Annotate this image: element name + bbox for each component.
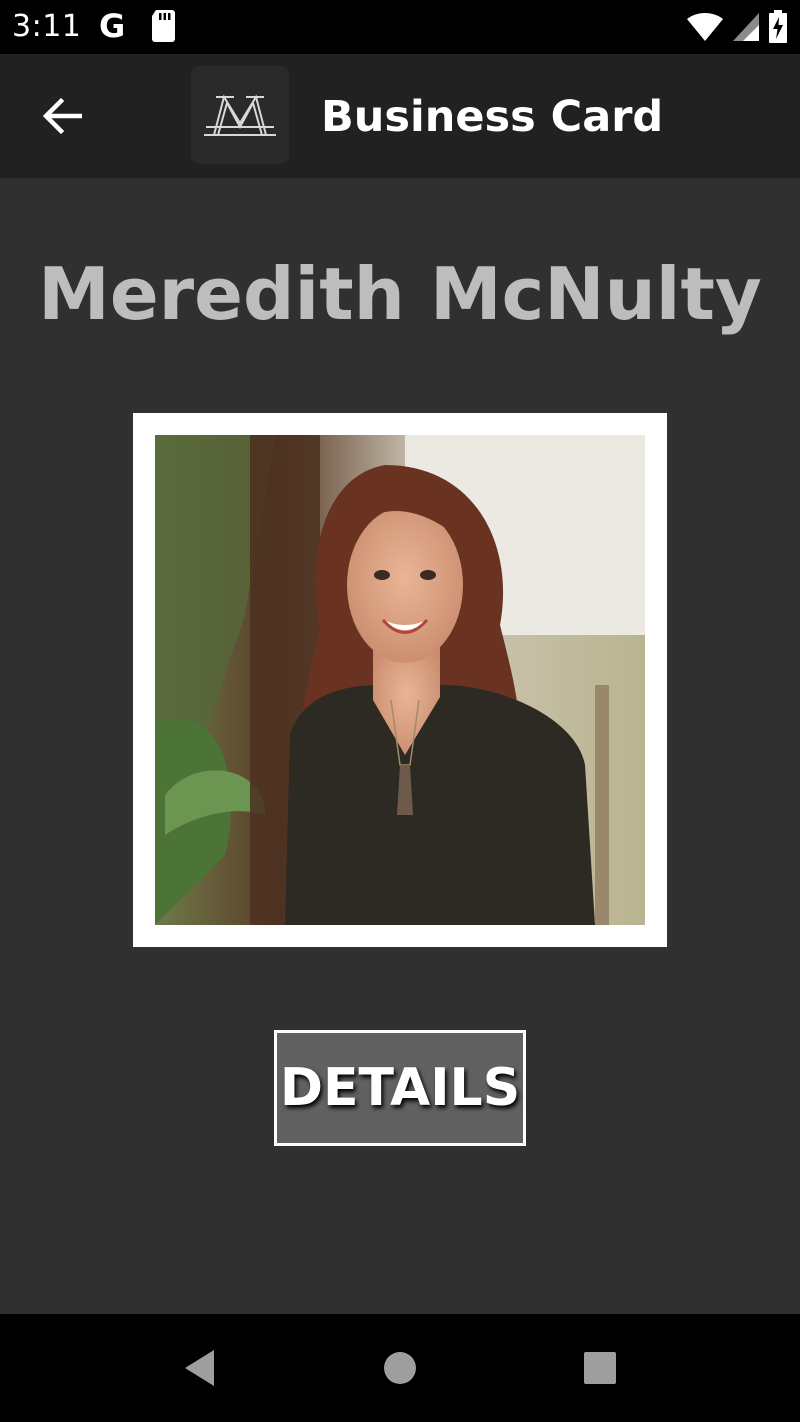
battery-charging-icon — [769, 10, 787, 43]
nav-home-button[interactable] — [372, 1340, 428, 1396]
details-button[interactable]: DETAILS — [274, 1030, 526, 1146]
cell-signal-icon — [733, 13, 759, 41]
person-name: Meredith McNulty — [38, 252, 762, 336]
sd-card-icon — [152, 10, 175, 42]
nav-recents-icon — [584, 1352, 616, 1384]
nav-recents-button[interactable] — [572, 1340, 628, 1396]
back-button[interactable] — [28, 82, 96, 150]
nav-home-icon — [384, 1352, 416, 1384]
app-bar: Business Card — [0, 54, 800, 178]
status-icons — [686, 8, 788, 46]
app-logo — [191, 66, 289, 164]
photo-frame — [133, 413, 667, 947]
m-logo-icon — [204, 94, 276, 136]
app-title: Business Card — [321, 92, 664, 142]
portrait-photo — [155, 435, 645, 925]
nav-back-button[interactable] — [172, 1340, 228, 1396]
nav-back-icon — [185, 1350, 214, 1386]
system-nav-bar — [0, 1314, 800, 1422]
status-bar: 3:11 G — [0, 0, 800, 54]
status-time: 3:11 — [12, 9, 82, 44]
wifi-icon — [687, 13, 723, 41]
arrow-back-icon — [42, 97, 82, 135]
google-icon: G — [99, 7, 126, 45]
